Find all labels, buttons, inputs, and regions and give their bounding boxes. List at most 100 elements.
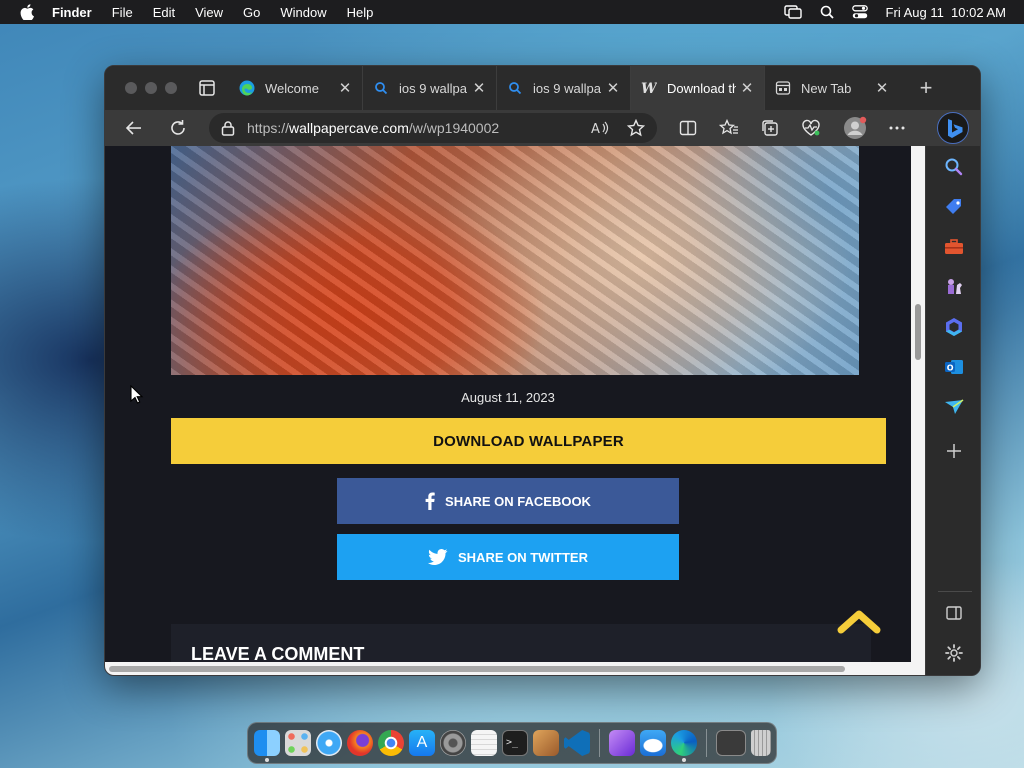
tab-download-wallpaper[interactable]: W Download th ✕ — [631, 66, 765, 110]
split-screen-icon[interactable] — [679, 120, 697, 136]
sidebar-divider — [938, 591, 972, 592]
shopping-tag-icon[interactable] — [943, 196, 965, 218]
tab-ios9-search-2[interactable]: ios 9 wallpa ✕ — [497, 66, 631, 110]
tab-label: Download th — [667, 80, 736, 96]
search-icon[interactable] — [943, 156, 965, 178]
profile-avatar-icon[interactable] — [843, 116, 867, 140]
close-tab-icon[interactable]: ✕ — [338, 79, 352, 97]
firefox-icon[interactable] — [347, 730, 373, 756]
finder-icon[interactable] — [254, 730, 280, 762]
bing-copilot-button[interactable] — [937, 112, 969, 144]
download-wallpaper-button[interactable]: DOWNLOAD WALLPAPER — [171, 418, 886, 464]
menu-bar: Finder File Edit View Go Window Help Fri… — [0, 0, 1024, 24]
favorite-star-icon[interactable] — [627, 119, 645, 137]
tab-ios9-search-1[interactable]: ios 9 wallpa ✕ — [363, 66, 497, 110]
chrome-icon[interactable] — [378, 730, 404, 756]
edge-icon — [239, 80, 255, 96]
dock: A >_ — [247, 722, 777, 764]
close-window-button[interactable] — [125, 82, 137, 94]
new-tab-button[interactable]: + — [911, 75, 941, 101]
tools-toolbox-icon[interactable] — [943, 236, 965, 258]
outlook-icon[interactable]: O — [943, 356, 965, 378]
apple-icon[interactable] — [20, 4, 34, 20]
collections-icon[interactable] — [761, 119, 779, 137]
terminal-icon[interactable]: >_ — [502, 730, 528, 756]
tab-new-tab[interactable]: New Tab ✕ — [765, 66, 899, 110]
menu-finder[interactable]: Finder — [52, 5, 92, 20]
tab-welcome[interactable]: Welcome ✕ — [229, 66, 363, 110]
instruments-icon[interactable] — [533, 730, 559, 756]
menu-window[interactable]: Window — [280, 5, 326, 20]
hide-sidebar-icon[interactable] — [943, 602, 965, 624]
read-aloud-icon[interactable]: A — [591, 120, 609, 136]
sidebar-settings-gear-icon[interactable] — [943, 642, 965, 664]
screenshot-window-icon[interactable] — [716, 730, 746, 756]
microsoft365-icon[interactable] — [943, 316, 965, 338]
more-options-icon[interactable] — [889, 125, 905, 131]
svg-text:A: A — [591, 122, 600, 136]
icloud-drive-icon[interactable] — [640, 730, 666, 756]
trash-icon[interactable] — [751, 730, 771, 756]
menubar-clock[interactable]: Fri Aug 11 10:02 AM — [886, 5, 1006, 20]
horizontal-scroll-thumb[interactable] — [109, 666, 845, 672]
close-tab-icon[interactable]: ✕ — [875, 79, 889, 97]
screen-mirror-icon[interactable] — [783, 5, 802, 19]
close-tab-icon[interactable]: ✕ — [606, 79, 620, 97]
tab-label: ios 9 wallpa — [533, 80, 601, 96]
close-tab-icon[interactable]: ✕ — [740, 79, 754, 97]
browser-toolbar: https://wallpapercave.com/w/wp1940002 A — [105, 110, 980, 146]
address-bar[interactable]: https://wallpapercave.com/w/wp1940002 A — [209, 113, 657, 143]
tab-actions-icon[interactable] — [197, 78, 217, 98]
horizontal-scrollbar[interactable] — [105, 662, 925, 675]
system-settings-icon[interactable] — [440, 730, 466, 756]
url-host: wallpapercave.com — [289, 120, 409, 136]
spotlight-search-icon[interactable] — [820, 5, 834, 19]
dock-separator — [706, 729, 707, 757]
browser-essentials-icon[interactable] — [801, 119, 821, 137]
menu-go[interactable]: Go — [243, 5, 260, 20]
edge-icon[interactable] — [671, 730, 697, 762]
share-twitter-label: SHARE ON TWITTER — [458, 549, 588, 565]
control-center-icon[interactable] — [851, 5, 868, 19]
newtab-icon — [775, 81, 791, 95]
launchpad-icon[interactable] — [285, 730, 311, 756]
zoom-window-button[interactable] — [165, 82, 177, 94]
vertical-scroll-thumb[interactable] — [915, 304, 921, 360]
menu-view[interactable]: View — [195, 5, 223, 20]
add-sidebar-app-icon[interactable] — [943, 440, 965, 462]
share-twitter-button[interactable]: SHARE ON TWITTER — [337, 534, 679, 580]
search-icon — [509, 82, 522, 95]
lock-icon[interactable] — [221, 120, 235, 136]
app-store-icon[interactable]: A — [409, 730, 435, 756]
safari-icon[interactable] — [316, 730, 342, 756]
share-facebook-label: SHARE ON FACEBOOK — [445, 493, 591, 509]
back-arrow-icon[interactable] — [123, 117, 145, 139]
scroll-to-top-chevron-icon[interactable] — [835, 606, 883, 636]
wallpapercave-icon: W — [641, 81, 657, 96]
menu-edit[interactable]: Edit — [153, 5, 175, 20]
favorites-icon[interactable] — [719, 119, 739, 137]
dock-separator — [599, 729, 600, 757]
visual-studio-icon[interactable] — [609, 730, 635, 756]
search-icon — [375, 82, 388, 95]
browser-window: Welcome ✕ ios 9 wallpa ✕ ios 9 wallpa ✕ … — [104, 65, 981, 676]
post-date: August 11, 2023 — [461, 390, 555, 405]
wallpaper-image[interactable] — [171, 146, 859, 375]
menu-file[interactable]: File — [112, 5, 133, 20]
games-icon[interactable] — [943, 276, 965, 298]
menu-help[interactable]: Help — [347, 5, 374, 20]
tab-label: ios 9 wallpa — [399, 80, 467, 96]
refresh-icon[interactable] — [167, 117, 189, 139]
vscode-icon[interactable] — [564, 730, 590, 756]
page-viewport: August 11, 2023 DOWNLOAD WALLPAPER SHARE… — [105, 146, 911, 662]
svg-text:O: O — [947, 364, 954, 373]
share-facebook-button[interactable]: SHARE ON FACEBOOK — [337, 478, 679, 524]
minimize-window-button[interactable] — [145, 82, 157, 94]
tab-bar: Welcome ✕ ios 9 wallpa ✕ ios 9 wallpa ✕ … — [105, 66, 980, 110]
drop-send-icon[interactable] — [943, 396, 965, 418]
vertical-scrollbar[interactable] — [911, 146, 925, 662]
close-tab-icon[interactable]: ✕ — [472, 79, 486, 97]
textedit-icon[interactable] — [471, 730, 497, 756]
running-indicator — [575, 758, 579, 762]
svg-text:W: W — [641, 81, 657, 96]
